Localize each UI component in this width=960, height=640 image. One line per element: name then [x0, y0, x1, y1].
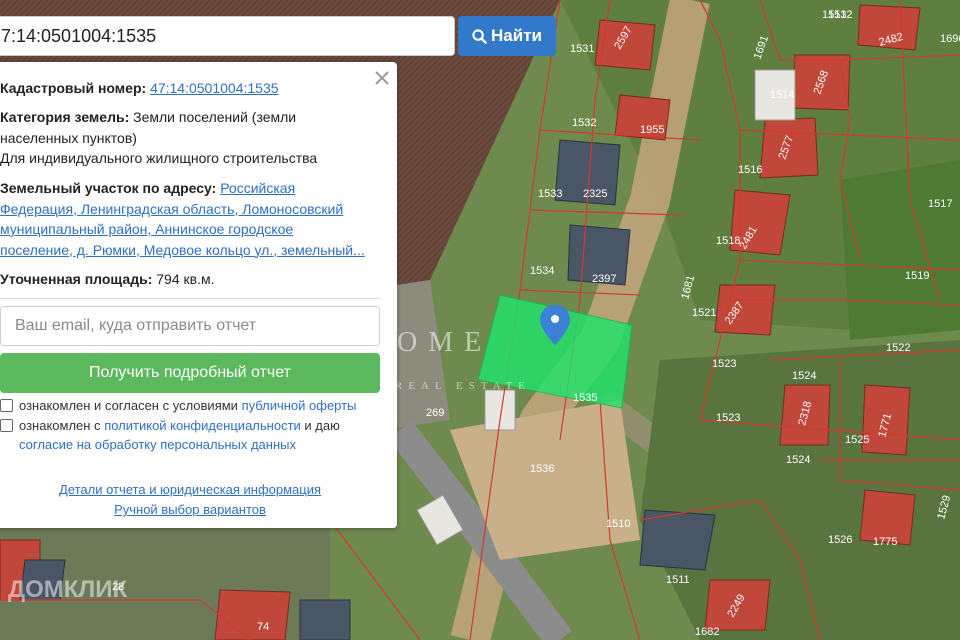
consent-privacy-checkbox[interactable] — [0, 419, 13, 432]
area-row: Уточненная площадь: 794 кв.м. — [0, 269, 214, 290]
parcel-label: 1513 — [822, 9, 846, 21]
parcel-label: 1536 — [530, 463, 554, 475]
consent-offer-checkbox[interactable] — [0, 399, 13, 412]
category-label: Категория земель: — [0, 109, 130, 125]
cadastral-number-link[interactable]: 47:14:0501004:1535 — [150, 80, 278, 96]
search-button[interactable]: Найти — [458, 16, 556, 56]
parcel-label: 1534 — [530, 265, 554, 277]
address-label: Земельный участок по адресу: — [0, 180, 217, 196]
address-row: Земельный участок по адресу: Российская … — [0, 178, 365, 260]
parcel-label: 1521 — [692, 307, 716, 319]
parcel-label: 269 — [426, 407, 444, 419]
public-offer-link[interactable]: публичной оферты — [242, 398, 357, 413]
cadastral-row: Кадастровый номер: 47:14:0501004:1535 — [0, 78, 279, 99]
search-button-label: Найти — [491, 26, 542, 45]
close-icon[interactable] — [374, 70, 390, 86]
cadastral-label: Кадастровый номер: — [0, 80, 147, 96]
parcel-label: 1525 — [845, 434, 869, 446]
consent-offer-label: ознакомлен и согласен с условиями — [19, 398, 238, 413]
consent-offer-text: ознакомлен и согласен с условиями публич… — [19, 396, 356, 415]
parcel-label: 1535 — [573, 392, 597, 404]
parcel-label: 1955 — [640, 124, 664, 136]
address-link-line3[interactable]: муниципальный район, Аннинское городское — [0, 221, 293, 237]
parcel-label: 1696 — [940, 33, 960, 45]
parcel-label: 2325 — [583, 188, 607, 200]
parcel-label: 1519 — [905, 270, 929, 282]
search-value: 7:14:0501004:1535 — [1, 26, 157, 46]
parcel-label: 1522 — [886, 342, 910, 354]
parcel-label: 74 — [257, 621, 269, 633]
info-panel: Кадастровый номер: 47:14:0501004:1535 Ка… — [0, 62, 397, 528]
category-row: Категория земель: Земли поселений (земли… — [0, 107, 317, 169]
category-value-line1: Земли поселений (земли — [133, 109, 297, 125]
parcel-label: 1516 — [738, 164, 762, 176]
address-link-line2[interactable]: Федерация, Ленинградская область, Ломоно… — [0, 201, 343, 217]
report-details-link[interactable]: Детали отчета и юридическая информация — [0, 482, 390, 497]
category-value-line2: населенных пунктов) — [0, 129, 137, 146]
usage-value: Для индивидуального жилищного строительс… — [0, 150, 318, 166]
parcel-label: 1514 — [770, 89, 794, 101]
search-input[interactable]: 7:14:0501004:1535 — [0, 16, 455, 56]
area-label: Уточненная площадь: — [0, 271, 153, 287]
manual-selection-link[interactable]: Ручной выбор вариантов — [0, 502, 390, 517]
personal-data-consent-link[interactable]: согласие на обработку персональных данны… — [19, 437, 296, 452]
parcel-label: 1524 — [792, 370, 816, 382]
consent-privacy-label: ознакомлен с — [19, 418, 101, 433]
parcel-label: 1524 — [786, 454, 810, 466]
divider — [0, 298, 380, 299]
parcel-label: 1533 — [538, 188, 562, 200]
parcel-label: 1523 — [716, 412, 740, 424]
parcel-label: 1532 — [572, 117, 596, 129]
parcel-label: 1523 — [712, 358, 736, 370]
parcel-label: 1531 — [570, 43, 594, 55]
parcel-label: 1775 — [873, 536, 897, 548]
search-icon — [472, 29, 487, 44]
address-link-line1[interactable]: Российская — [220, 180, 295, 196]
domclick-watermark: ДОМКЛИК — [8, 576, 128, 603]
privacy-policy-link[interactable]: политикой конфиденциальности — [104, 418, 301, 433]
parcel-label: 2397 — [592, 273, 616, 285]
area-value: 794 кв.м. — [156, 271, 215, 287]
behome-subtitle: REAL ESTATE — [395, 380, 531, 392]
parcel-label: 1526 — [828, 534, 852, 546]
get-report-button[interactable]: Получить подробный отчет — [0, 353, 380, 393]
parcel-label: 1511 — [666, 574, 690, 586]
parcel-label: 1517 — [928, 198, 952, 210]
consent-privacy-mid: и даю — [304, 418, 340, 433]
address-link-line4[interactable]: поселение, д. Рюмки, Медовое кольцо ул.,… — [0, 242, 365, 258]
parcel-label: 1682 — [695, 626, 719, 638]
consent-privacy-text: ознакомлен с политикой конфиденциальност… — [19, 416, 340, 454]
parcel-label: 1510 — [606, 518, 630, 530]
email-input[interactable] — [0, 306, 380, 346]
